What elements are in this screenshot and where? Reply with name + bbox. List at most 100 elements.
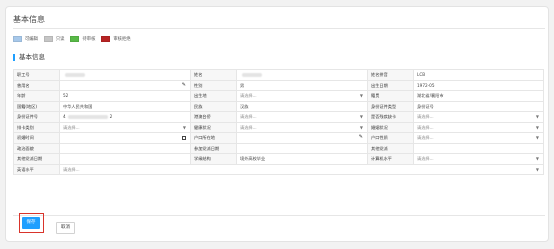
field-input[interactable]: 请选择... ▼ [414, 133, 544, 143]
title-divider [13, 28, 545, 29]
legend-label: 只读 [55, 37, 65, 42]
field-input[interactable]: 请选择... ▼ [237, 122, 368, 133]
field-text: 请选择... [63, 166, 80, 172]
chevron-down-icon[interactable]: ▼ [360, 91, 363, 101]
form-row: 英语水平 请选择... ▼ [14, 164, 544, 175]
field-value: 汉族 [237, 101, 368, 111]
field-value: 男 [237, 80, 368, 90]
english-level-select[interactable]: 请选择... ▼ [60, 164, 544, 175]
legend-swatch [101, 36, 111, 42]
field-label: 婚姻状况 [368, 122, 414, 132]
pencil-icon[interactable]: ✎ [359, 133, 363, 143]
field-label: 职工号 [14, 70, 60, 80]
field-label: 其他党派日期 [14, 154, 60, 164]
field-text: 请选择... [240, 114, 257, 119]
status-legend: 可编辑 只读 待审核 审核拒绝 [13, 35, 137, 43]
field-input[interactable]: 请选择... ▼ [60, 122, 191, 133]
form-row: 年龄 52 出生地 请选择... ▼ 籍贯 湖北省/襄阳市 [14, 91, 544, 102]
legend-item: 可编辑 [13, 36, 38, 42]
footer-divider [13, 215, 545, 216]
field-label: 姓名 [191, 70, 237, 80]
field-value [60, 143, 191, 153]
legend-label: 可编辑 [25, 37, 38, 42]
field-label: 其他党派 [368, 143, 414, 153]
field-input[interactable]: ✎ [60, 80, 191, 91]
field-input[interactable]: 请选择... ▼ [414, 122, 544, 133]
field-label: 民族 [191, 101, 237, 111]
chevron-down-icon[interactable]: ▼ [536, 165, 539, 175]
field-value: LCB [414, 70, 544, 80]
field-value [60, 154, 191, 164]
calendar-icon[interactable] [181, 136, 186, 140]
form-row: 曾用名 ✎ 性别男 出生日期 1972-05 [14, 80, 544, 91]
field-label: 初婚时间 [14, 133, 60, 143]
legend-label: 待审核 [82, 37, 96, 42]
field-label: 英语水平 [14, 164, 60, 174]
field-value: 中华人民共和国 [60, 101, 191, 111]
legend-label: 审核拒绝 [113, 37, 131, 42]
field-text: 汉族 [240, 103, 249, 109]
chevron-down-icon[interactable]: ▼ [360, 112, 363, 122]
save-button-highlight: 保存 [19, 213, 44, 233]
chevron-down-icon[interactable]: ▼ [183, 123, 186, 133]
field-value [60, 70, 191, 80]
field-text: 男 [240, 82, 245, 88]
field-text: 身份证号 [417, 103, 434, 109]
save-button[interactable]: 保存 [22, 216, 40, 229]
field-value: 52 [60, 91, 191, 101]
legend-swatch [13, 36, 22, 42]
field-label: 户口所在地 [191, 133, 237, 143]
field-label: 学缘结构 [191, 154, 237, 164]
field-label: 曾用名 [14, 80, 60, 90]
field-text: LCB [417, 72, 426, 77]
cancel-button[interactable]: 取消 [56, 222, 75, 234]
field-text: 请选择... [240, 93, 257, 98]
basic-info-panel: 基本信息 可编辑 只读 待审核 审核拒绝 基本信息 职工号 姓名 姓名拼音 LCB 曾用名 ✎ 性… [5, 6, 549, 242]
field-label: 是否残疾缺卡 [368, 112, 414, 122]
field-label: 国籍(地区) [14, 101, 60, 111]
field-value [237, 70, 368, 80]
field-text: 中华人民共和国 [63, 103, 93, 109]
form-row: 身份证件号 4 2 港澳台侨 请选择... ▼ 是否残疾缺卡 请选择... ▼ [14, 112, 544, 123]
section-title: 基本信息 [13, 54, 45, 61]
chevron-down-icon[interactable]: ▼ [360, 123, 363, 133]
field-label: 姓名拼音 [368, 70, 414, 80]
chevron-down-icon[interactable]: ▼ [536, 112, 539, 122]
field-value: 1972-05 [414, 80, 544, 90]
form-row: 职工号 姓名 姓名拼音 LCB [14, 70, 544, 81]
chevron-down-icon[interactable]: ▼ [536, 133, 539, 143]
field-label: 籍贯 [368, 91, 414, 101]
redacted-value [67, 115, 108, 119]
field-text: 1972-05 [417, 82, 435, 88]
field-label: 出生地 [191, 91, 237, 101]
form-row: 其他党派日期 学缘结构 境外高校毕业 计算机水平 请选择... ▼ [14, 154, 544, 165]
id-number-suffix: 2 [109, 114, 113, 119]
field-label: 身份证件类型 [368, 101, 414, 111]
field-label: 政治面貌 [14, 143, 60, 153]
chevron-down-icon[interactable]: ▼ [536, 123, 539, 133]
field-text: 境外高校毕业 [240, 156, 266, 161]
field-label: 户口性质 [368, 133, 414, 143]
field-text: 请选择... [417, 156, 434, 161]
field-input[interactable] [60, 133, 191, 143]
field-input[interactable]: 请选择... ▼ [237, 91, 368, 101]
redacted-value [65, 73, 85, 77]
field-label: 港澳台侨 [191, 112, 237, 122]
field-input[interactable]: 请选择... ▼ [414, 154, 544, 164]
field-value: 湖北省/襄阳市 [414, 91, 544, 101]
field-text: 请选择... [417, 114, 434, 119]
form-row: 国籍(地区) 中华人民共和国 民族 汉族 身份证件类型 身份证号 [14, 101, 544, 112]
field-input[interactable]: ✎ [237, 133, 368, 143]
form-row: 排卡类别 请选择... ▼ 健康状况 请选择... ▼ 婚姻状况 请选择... ▼ [14, 122, 544, 133]
pencil-icon[interactable]: ✎ [182, 81, 186, 91]
field-label: 性别 [191, 80, 237, 90]
legend-item: 待审核 [70, 36, 95, 42]
field-text: 湖北省/襄阳市 [417, 93, 444, 98]
field-input[interactable]: 请选择... ▼ [414, 112, 544, 122]
field-text: 请选择... [240, 124, 257, 130]
field-input[interactable]: 请选择... ▼ [237, 112, 368, 122]
field-value [414, 143, 544, 153]
field-label: 排卡类别 [14, 122, 60, 132]
field-label: 年龄 [14, 91, 60, 101]
chevron-down-icon[interactable]: ▼ [536, 154, 539, 164]
